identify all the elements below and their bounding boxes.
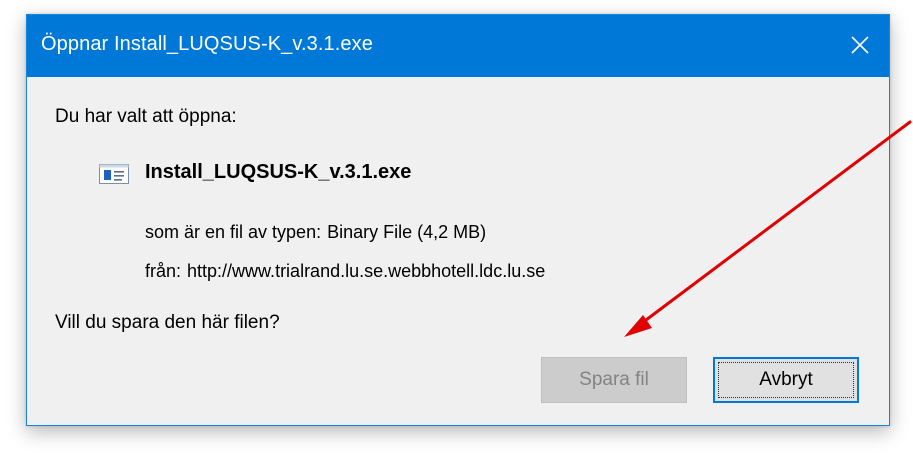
cancel-button[interactable]: Avbryt — [713, 357, 859, 403]
window-title: Öppnar Install_LUQSUS-K_v.3.1.exe — [41, 33, 373, 55]
save-file-label: Spara fil — [579, 369, 649, 390]
download-dialog: Öppnar Install_LUQSUS-K_v.3.1.exe Du har… — [26, 14, 890, 426]
title-bar[interactable]: Öppnar Install_LUQSUS-K_v.3.1.exe — [27, 15, 889, 77]
save-file-button[interactable]: Spara fil — [541, 357, 687, 403]
file-source-url: http://www.trialrand.lu.se.webbhotell.ld… — [187, 261, 546, 281]
file-type-value: Binary File (4,2 MB) — [327, 222, 487, 242]
file-type-row: som är en fil av typen: Binary File (4,2 … — [145, 222, 486, 243]
file-type-label: som är en fil av typen: — [145, 222, 322, 242]
file-name: Install_LUQSUS-K_v.3.1.exe — [145, 161, 412, 183]
focus-ring — [718, 362, 854, 398]
save-question: Vill du spara den här filen? — [55, 312, 280, 333]
file-source-label: från: — [145, 261, 182, 281]
open-prompt: Du har valt att öppna: — [55, 106, 237, 127]
application-file-icon — [99, 164, 129, 184]
dialog-content: Du har valt att öppna: Install_LUQSUS-K_… — [27, 77, 889, 425]
file-source-row: från: http://www.trialrand.lu.se.webbhote… — [145, 261, 545, 282]
screenshot-stage: Öppnar Install_LUQSUS-K_v.3.1.exe Du har… — [0, 0, 913, 453]
close-button[interactable] — [829, 15, 889, 77]
close-icon — [851, 36, 869, 54]
